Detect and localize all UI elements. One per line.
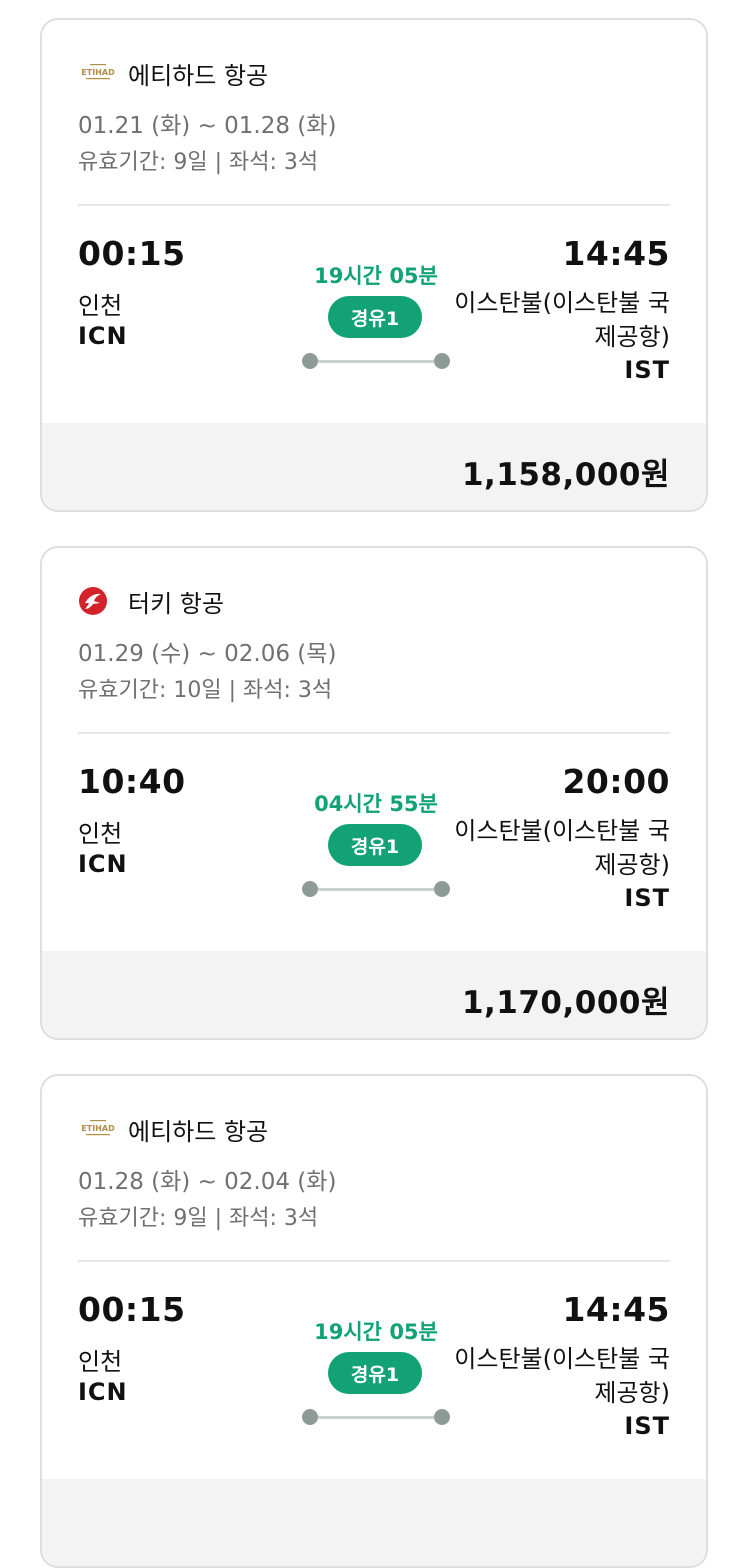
route-bar bbox=[310, 888, 442, 891]
price-bar: 1,158,000원 bbox=[42, 423, 706, 510]
departure-city: 인천 bbox=[78, 820, 123, 848]
route-destination-dot bbox=[434, 1409, 450, 1425]
route-bar bbox=[310, 360, 442, 363]
stops-badge: 경유1 bbox=[328, 296, 422, 338]
arrival-city: 이스탄불(이스탄불 국제공항) bbox=[454, 1345, 670, 1407]
arrival-code: IST bbox=[624, 356, 670, 384]
arrival-time: 14:45 bbox=[562, 1290, 670, 1329]
route-origin-dot bbox=[302, 881, 318, 897]
arrival-time: 14:45 bbox=[562, 234, 670, 273]
departure-code: ICN bbox=[78, 850, 128, 878]
airline-name: 터키 항공 bbox=[128, 589, 224, 618]
departure-city: 인천 bbox=[78, 292, 123, 320]
flight-card[interactable]: 터키 항공 01.29 (수) ~ 02.06 (목) 유효기간: 10일 | … bbox=[40, 546, 708, 1040]
divider bbox=[78, 732, 670, 734]
arrival-city: 이스탄불(이스탄불 국제공항) bbox=[454, 817, 670, 879]
flight-card-details: ETIHAD 에티하드 항공 01.28 (화) ~ 02.04 (화) 유효기… bbox=[42, 1076, 706, 1481]
route-destination-dot bbox=[434, 353, 450, 369]
route-line bbox=[302, 350, 450, 372]
departure-city: 인천 bbox=[78, 1348, 123, 1376]
price-bar: 1,170,000원 bbox=[42, 951, 706, 1038]
svg-text:ETIHAD: ETIHAD bbox=[81, 1124, 115, 1133]
route-origin-dot bbox=[302, 353, 318, 369]
arrival-code: IST bbox=[624, 884, 670, 912]
route-bar bbox=[310, 1416, 442, 1419]
route-line bbox=[302, 1406, 450, 1428]
flight-card-details: 터키 항공 01.29 (수) ~ 02.06 (목) 유효기간: 10일 | … bbox=[42, 548, 706, 953]
validity-seats: 유효기간: 9일 | 좌석: 3석 bbox=[78, 1206, 319, 1231]
travel-dates: 01.29 (수) ~ 02.06 (목) bbox=[78, 641, 337, 667]
airline-row: ETIHAD 에티하드 항공 bbox=[78, 1112, 268, 1146]
validity-seats: 유효기간: 9일 | 좌석: 3석 bbox=[78, 150, 319, 175]
flight-card[interactable]: ETIHAD 에티하드 항공 01.21 (화) ~ 01.28 (화) 유효기… bbox=[40, 18, 708, 512]
airline-name: 에티하드 항공 bbox=[128, 61, 269, 90]
departure-time: 00:15 bbox=[78, 234, 186, 273]
stops-badge: 경유1 bbox=[328, 824, 422, 866]
stops-badge: 경유1 bbox=[328, 1352, 422, 1394]
etihad-logo-icon: ETIHAD bbox=[78, 1114, 120, 1144]
route-destination-dot bbox=[434, 881, 450, 897]
route-origin-dot bbox=[302, 1409, 318, 1425]
travel-dates: 01.21 (화) ~ 01.28 (화) bbox=[78, 113, 337, 139]
airline-row: 터키 항공 bbox=[78, 584, 224, 618]
arrival-city: 이스탄불(이스탄불 국제공항) bbox=[454, 289, 670, 351]
flight-result-list: ETIHAD 에티하드 항공 01.21 (화) ~ 01.28 (화) 유효기… bbox=[0, 0, 750, 1568]
departure-code: ICN bbox=[78, 1378, 128, 1406]
flight-card[interactable]: ETIHAD 에티하드 항공 01.28 (화) ~ 02.04 (화) 유효기… bbox=[40, 1074, 708, 1568]
price: 1,170,000원 bbox=[461, 985, 670, 1021]
divider bbox=[78, 204, 670, 206]
departure-time: 10:40 bbox=[78, 762, 186, 801]
price: 1,158,000원 bbox=[461, 457, 670, 493]
route-line bbox=[302, 878, 450, 900]
airline-row: ETIHAD 에티하드 항공 bbox=[78, 56, 268, 90]
departure-code: ICN bbox=[78, 322, 128, 350]
flight-card-details: ETIHAD 에티하드 항공 01.21 (화) ~ 01.28 (화) 유효기… bbox=[42, 20, 706, 425]
svg-text:ETIHAD: ETIHAD bbox=[81, 68, 115, 77]
turkish-airlines-logo-icon bbox=[78, 586, 120, 616]
arrival-time: 20:00 bbox=[562, 762, 670, 801]
travel-dates: 01.28 (화) ~ 02.04 (화) bbox=[78, 1169, 337, 1195]
divider bbox=[78, 1260, 670, 1262]
price-bar bbox=[42, 1479, 706, 1566]
departure-time: 00:15 bbox=[78, 1290, 186, 1329]
etihad-logo-icon: ETIHAD bbox=[78, 58, 120, 88]
arrival-code: IST bbox=[624, 1412, 670, 1440]
airline-name: 에티하드 항공 bbox=[128, 1117, 269, 1146]
validity-seats: 유효기간: 10일 | 좌석: 3석 bbox=[78, 678, 333, 703]
